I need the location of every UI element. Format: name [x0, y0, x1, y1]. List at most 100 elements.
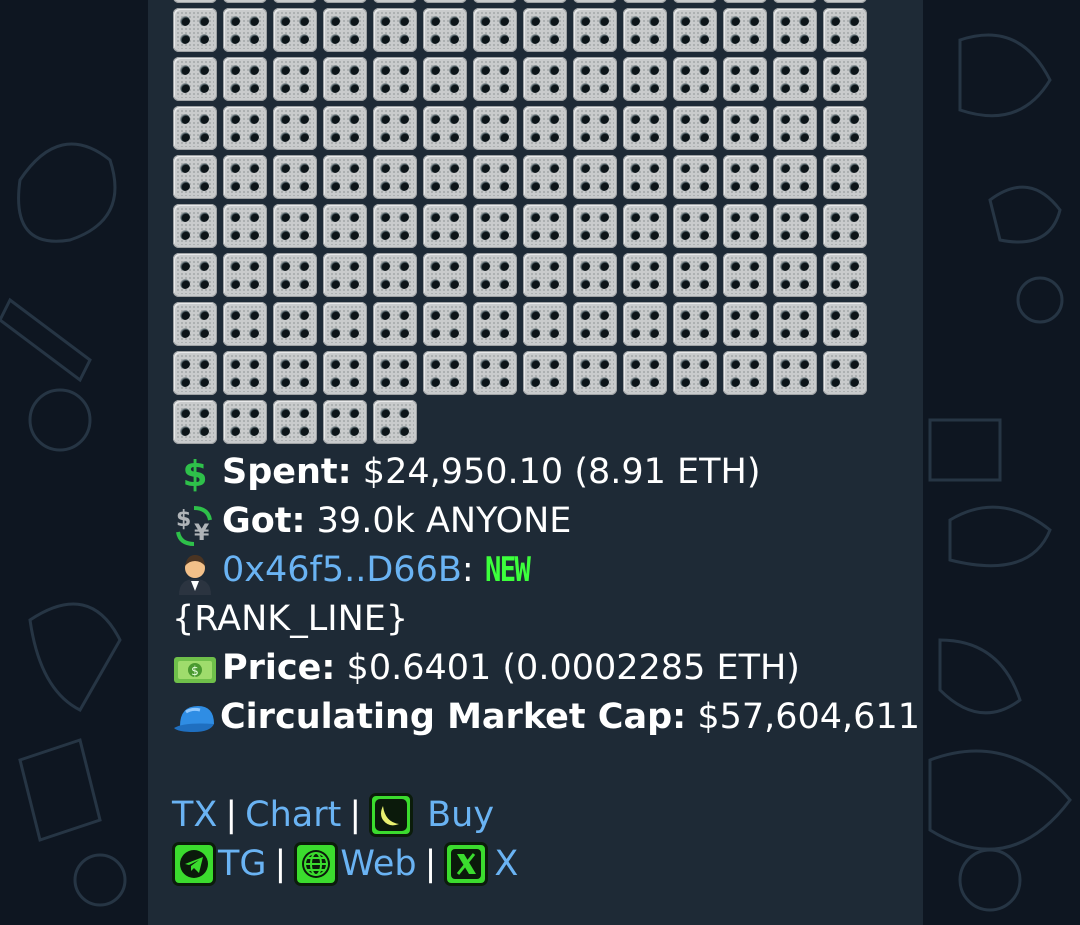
dice-emoji [673, 204, 717, 248]
dice-emoji [623, 0, 667, 3]
dollar-banknote-icon: $ [172, 649, 218, 689]
dice-emoji [723, 8, 767, 52]
dice-emoji [573, 106, 617, 150]
dice-emoji [573, 351, 617, 395]
tg-link[interactable]: TG [172, 841, 267, 886]
dice-emoji [723, 351, 767, 395]
dice-emoji [173, 106, 217, 150]
dice-emoji [423, 0, 467, 3]
web-link[interactable]: Web [294, 841, 417, 886]
dice-emoji [473, 155, 517, 199]
dice-emoji [273, 0, 317, 3]
dice-emoji [823, 0, 867, 3]
market-cap-value: $57,604,611 [697, 697, 920, 737]
wallet-line: 0x46f5..D66B: NEW [172, 546, 912, 595]
rank-line-text: {RANK_LINE} [172, 599, 409, 639]
got-line: $ ¥ Got: 39.0k ANYONE [172, 497, 912, 546]
dice-emoji [823, 106, 867, 150]
separator: | [274, 843, 287, 884]
chart-link[interactable]: Chart [245, 795, 341, 835]
dice-emoji [823, 57, 867, 101]
dice-emoji [473, 0, 517, 3]
dice-emoji [673, 8, 717, 52]
wallet-colon: : [461, 550, 474, 590]
dice-grid [173, 0, 873, 444]
dice-emoji [673, 0, 717, 3]
currency-exchange-icon: $ ¥ [172, 502, 218, 546]
globe-icon [294, 841, 339, 886]
dice-emoji [373, 155, 417, 199]
dice-emoji [323, 302, 367, 346]
tg-link-label: TG [218, 843, 267, 884]
dice-emoji [173, 8, 217, 52]
dice-emoji [273, 302, 317, 346]
dice-emoji [173, 302, 217, 346]
dice-emoji [423, 106, 467, 150]
dice-emoji [773, 351, 817, 395]
dice-emoji [423, 204, 467, 248]
rank-line: {RANK_LINE} [172, 595, 912, 644]
message-links: TX | Chart | Buy TG | Web | X [172, 790, 518, 888]
dice-emoji [323, 8, 367, 52]
buy-link-label: Buy [427, 794, 495, 835]
dice-emoji [823, 253, 867, 297]
dice-emoji [223, 8, 267, 52]
dice-emoji [823, 204, 867, 248]
dice-emoji [673, 302, 717, 346]
telegram-icon [172, 841, 216, 886]
dice-emoji [523, 57, 567, 101]
market-cap-label: Circulating Market Cap: [220, 697, 687, 737]
dice-emoji [373, 57, 417, 101]
dice-emoji [223, 400, 267, 444]
dice-emoji [723, 302, 767, 346]
dice-emoji [673, 106, 717, 150]
dice-emoji [423, 8, 467, 52]
dice-emoji [623, 351, 667, 395]
dice-emoji [323, 253, 367, 297]
dice-emoji [573, 0, 617, 3]
dice-emoji [523, 302, 567, 346]
dice-emoji [223, 204, 267, 248]
dice-emoji [273, 204, 317, 248]
dice-emoji [723, 106, 767, 150]
dice-emoji [223, 0, 267, 3]
separator: | [225, 794, 238, 835]
buy-link[interactable]: Buy [369, 792, 495, 837]
dice-emoji [773, 106, 817, 150]
dice-emoji [373, 204, 417, 248]
dice-emoji [373, 8, 417, 52]
dice-emoji [623, 8, 667, 52]
price-label: Price: [222, 648, 336, 688]
dice-emoji [223, 106, 267, 150]
dice-emoji [723, 0, 767, 3]
spent-value: $24,950.10 (8.91 ETH) [362, 452, 761, 492]
dice-emoji [323, 106, 367, 150]
dice-emoji [173, 351, 217, 395]
dice-emoji [773, 8, 817, 52]
dice-emoji [723, 57, 767, 101]
dice-emoji [273, 106, 317, 150]
dice-emoji [323, 204, 367, 248]
dice-emoji [273, 57, 317, 101]
dice-emoji [723, 204, 767, 248]
dice-emoji [623, 57, 667, 101]
dice-emoji [473, 351, 517, 395]
market-cap-line: Circulating Market Cap: $57,604,611 [172, 693, 920, 742]
dice-emoji [423, 155, 467, 199]
x-link[interactable]: X [444, 841, 519, 886]
wallet-address-link[interactable]: 0x46f5..D66B [222, 546, 462, 595]
dice-emoji [223, 302, 267, 346]
x-link-label: X [494, 843, 519, 884]
dice-emoji [173, 57, 217, 101]
dice-emoji [323, 0, 367, 3]
tx-link[interactable]: TX [172, 795, 217, 835]
dice-emoji [223, 253, 267, 297]
dice-emoji [673, 155, 717, 199]
dice-emoji [473, 8, 517, 52]
dice-emoji [173, 155, 217, 199]
dice-emoji [173, 0, 217, 3]
dice-emoji [823, 351, 867, 395]
dice-emoji [423, 57, 467, 101]
dice-emoji [823, 8, 867, 52]
dice-emoji [173, 204, 217, 248]
